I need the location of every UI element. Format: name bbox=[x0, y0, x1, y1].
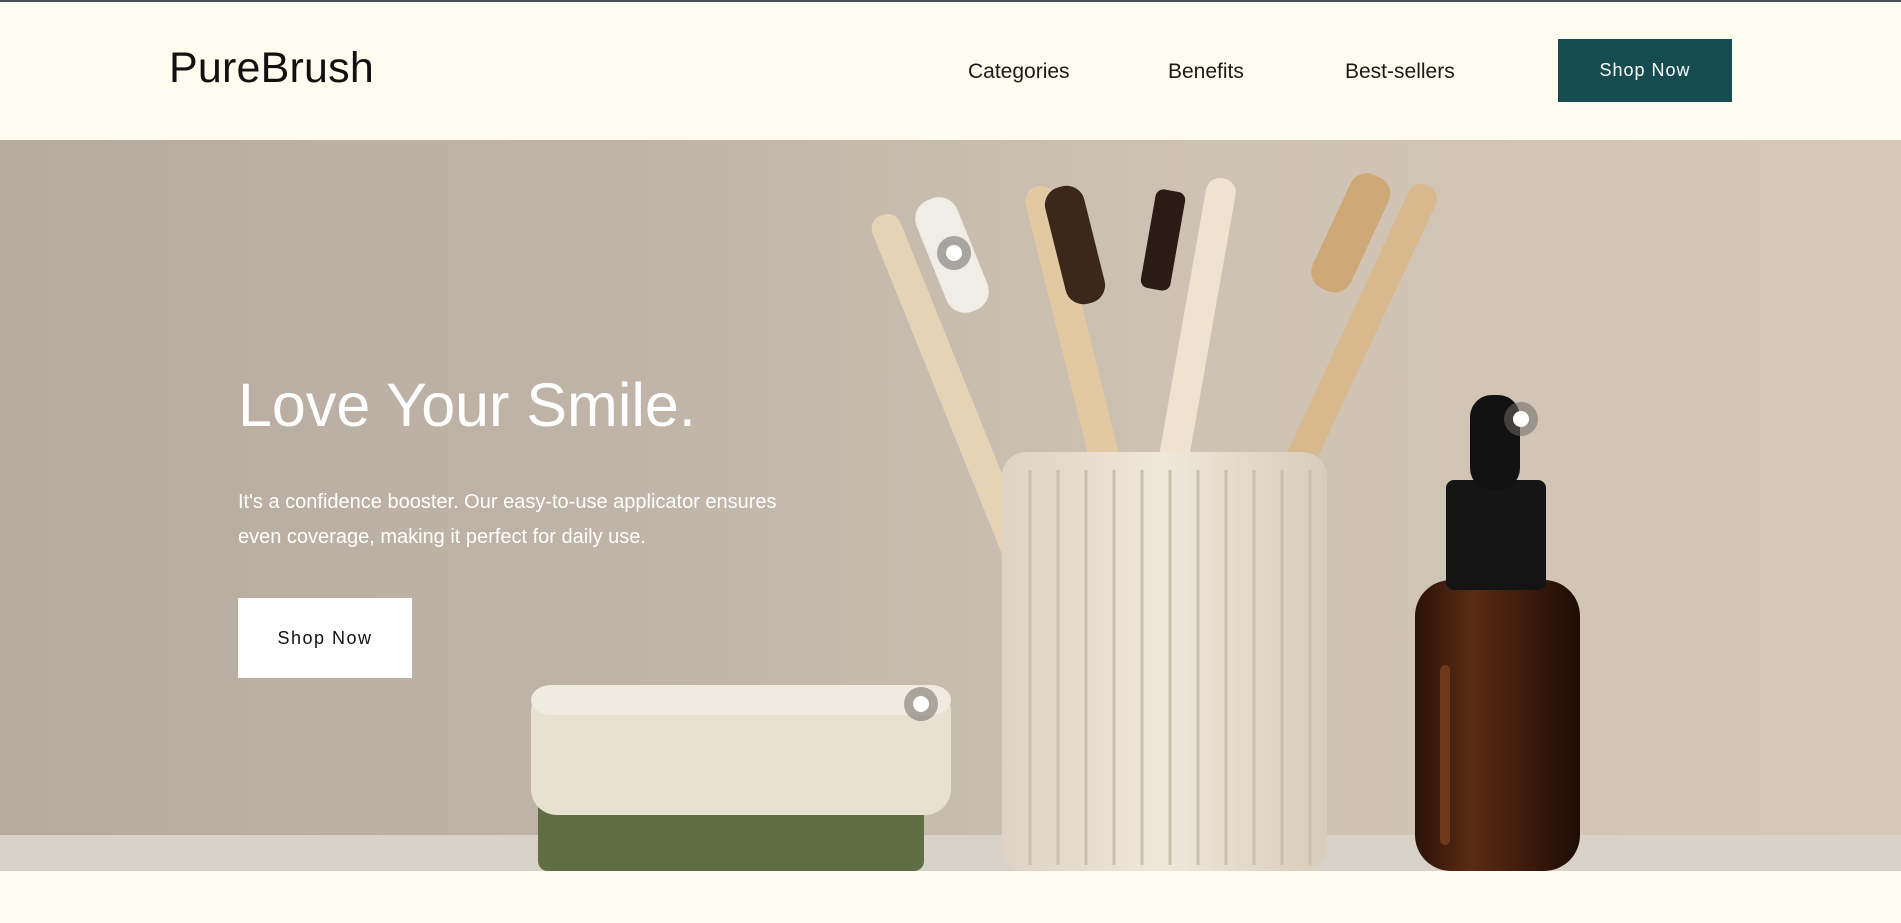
dropper-bottle-icon bbox=[1415, 395, 1580, 871]
hero-title: Love Your Smile. bbox=[238, 371, 696, 439]
hero-subtitle: It's a confidence booster. Our easy-to-u… bbox=[238, 491, 777, 548]
toothbrush-holder-cup-icon bbox=[1002, 452, 1327, 871]
hotspot-toothbrush-icon[interactable] bbox=[937, 236, 971, 270]
hotspot-dropper-icon[interactable] bbox=[1504, 402, 1538, 436]
hero-shop-now-button[interactable]: Shop Now bbox=[238, 598, 412, 678]
soap-bars-icon bbox=[531, 685, 951, 871]
site-header: PureBrush Categories Benefits Best-selle… bbox=[0, 2, 1901, 140]
header-shop-now-button[interactable]: Shop Now bbox=[1558, 39, 1732, 102]
nav-link-benefits[interactable]: Benefits bbox=[1168, 60, 1244, 84]
brand-logo[interactable]: PureBrush bbox=[169, 44, 374, 93]
page-bottom-strip bbox=[0, 871, 1901, 923]
hotspot-soap-icon[interactable] bbox=[904, 687, 938, 721]
hero-section: Love Your Smile. It's a confidence boost… bbox=[0, 140, 1901, 871]
nav-link-best-sellers[interactable]: Best-sellers bbox=[1345, 60, 1455, 84]
nav-link-categories[interactable]: Categories bbox=[968, 60, 1070, 84]
